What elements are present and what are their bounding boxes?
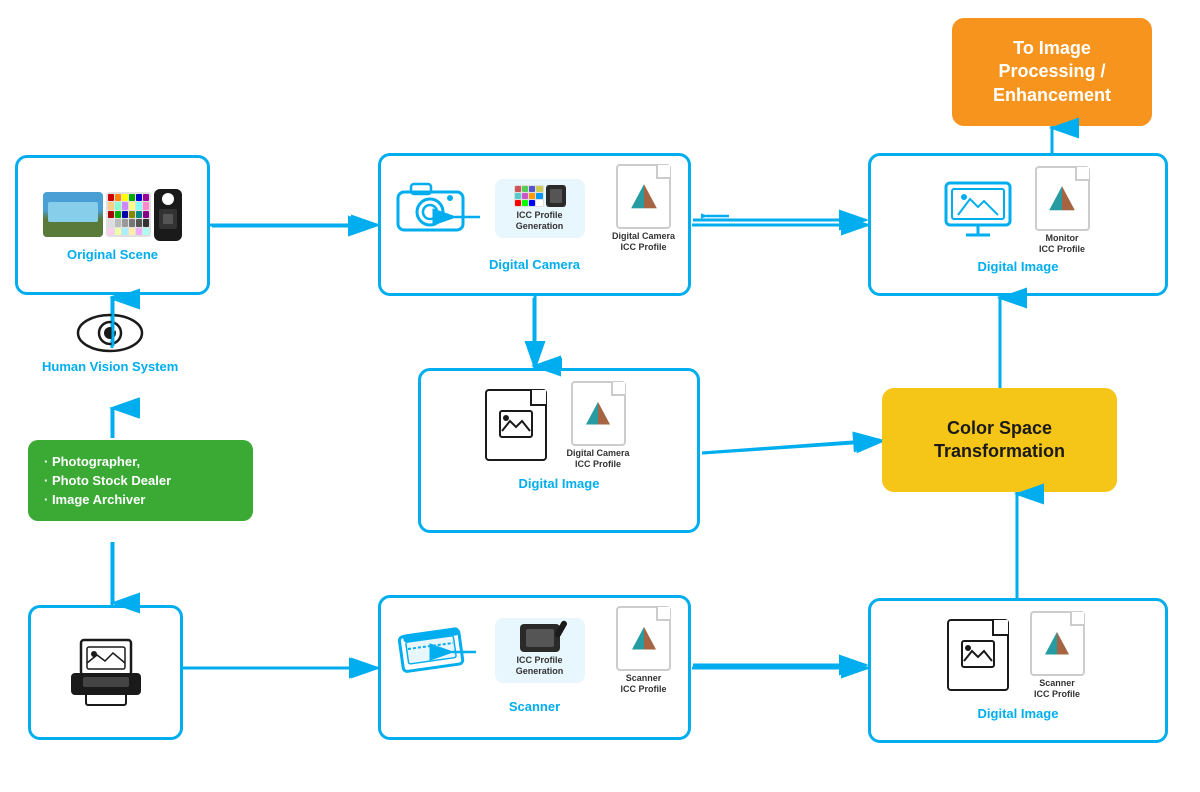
original-scene-box: Original Scene: [15, 155, 210, 295]
printer-icon: [61, 635, 151, 710]
scanner-icc-triangle: [629, 624, 659, 654]
human-vision-label: Human Vision System: [42, 359, 178, 374]
source-line-2: · Photo Stock Dealer: [44, 473, 237, 488]
monitor-icc-triangle: [1046, 183, 1078, 215]
digital-image-bot-box: ScannerICC Profile Digital Image: [868, 598, 1168, 743]
source-line-3: · Image Archiver: [44, 492, 237, 507]
monitor-icon: [942, 179, 1014, 241]
digital-image-mid-box: Digital CameraICC Profile Digital Image: [418, 368, 700, 533]
scanner-icc-triangle-bot: [1042, 629, 1072, 659]
internal-arrow-left: [701, 206, 731, 226]
color-space-label: Color SpaceTransformation: [934, 417, 1065, 464]
human-vision-box: Human Vision System: [42, 305, 178, 374]
digital-image-top-label: Digital Image: [978, 259, 1059, 274]
original-scene-label: Original Scene: [67, 247, 158, 262]
color-space-box: Color SpaceTransformation: [882, 388, 1117, 492]
digital-camera-label: Digital Camera: [489, 257, 580, 272]
scanner-icon: [393, 613, 468, 683]
digital-image-top-box: MonitorICC Profile Digital Image: [868, 153, 1168, 296]
camera-icon: [393, 176, 468, 236]
to-image-processing-label: To ImageProcessing /Enhancement: [993, 37, 1111, 107]
icc-profile-triangle-camera: [628, 181, 660, 213]
doc-image-icon-bot: [958, 635, 998, 675]
source-line-1: · Photographer,: [44, 454, 237, 469]
scanner-label: Scanner: [509, 699, 560, 714]
diagram: Original Scene Human Vision System · Pho…: [0, 0, 1200, 792]
print-source-box: [28, 605, 183, 740]
scanner-box: ICC ProfileGeneration ScannerICC Profile…: [378, 595, 691, 740]
doc-image-icon-mid: [496, 405, 536, 445]
digital-image-mid-label: Digital Image: [519, 476, 600, 491]
eye-icon: [70, 305, 150, 355]
icc-profile-triangle-mid: [583, 399, 613, 429]
to-image-processing-box: To ImageProcessing /Enhancement: [952, 18, 1152, 126]
digital-image-bot-label: Digital Image: [978, 706, 1059, 721]
sources-box: · Photographer, · Photo Stock Dealer · I…: [28, 440, 253, 521]
digital-camera-box: ICC ProfileGeneration: [378, 153, 691, 296]
